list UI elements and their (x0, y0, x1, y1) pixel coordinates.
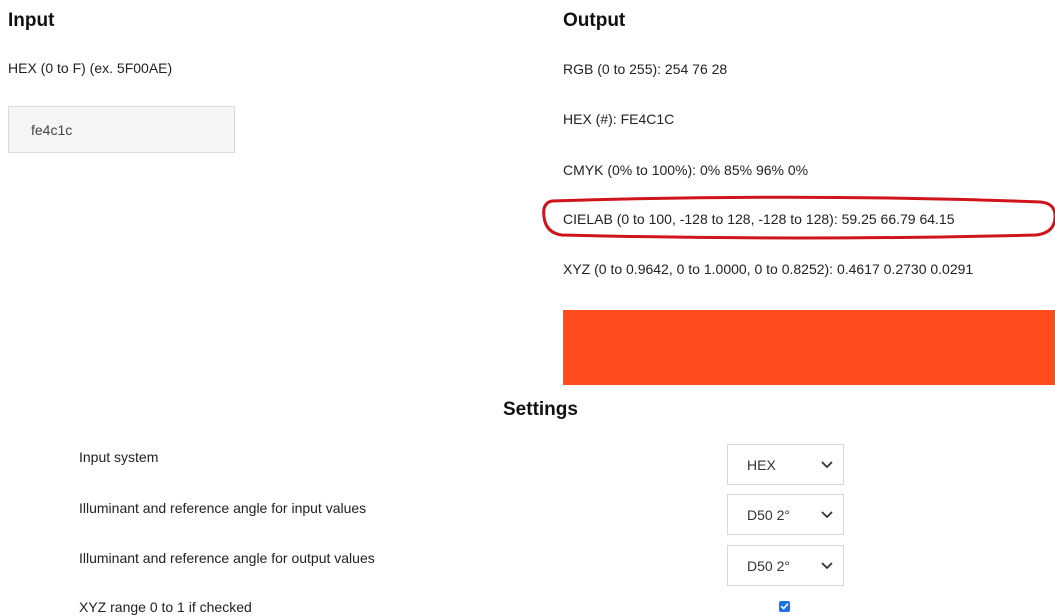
output-hex: HEX (#): FE4C1C (563, 111, 675, 127)
hex-input[interactable] (8, 106, 235, 153)
hex-input-hint: HEX (0 to F) (ex. 5F00AE) (8, 60, 173, 76)
output-xyz: XYZ (0 to 0.9642, 0 to 1.0000, 0 to 0.82… (563, 261, 974, 277)
input-section-title: Input (8, 10, 55, 31)
color-swatch (563, 310, 1055, 385)
chevron-down-icon (821, 511, 833, 519)
input-system-label: Input system (79, 449, 159, 465)
settings-section-title: Settings (503, 399, 578, 420)
illuminant-output-label: Illuminant and reference angle for outpu… (79, 550, 375, 566)
illuminant-input-label: Illuminant and reference angle for input… (79, 500, 367, 516)
illuminant-input-select[interactable]: D50 2° (727, 494, 844, 535)
illuminant-output-selected-value: D50 2° (747, 557, 790, 574)
checkmark-icon (780, 602, 789, 611)
xyz-range-checkbox[interactable] (779, 601, 790, 612)
output-section-title: Output (563, 10, 626, 31)
illuminant-input-selected-value: D50 2° (747, 506, 790, 523)
input-system-select[interactable]: HEX (727, 444, 844, 485)
highlight-ellipse-annotation (542, 195, 1055, 240)
illuminant-output-select[interactable]: D50 2° (727, 545, 844, 586)
output-cmyk: CMYK (0% to 100%): 0% 85% 96% 0% (563, 162, 809, 178)
output-rgb: RGB (0 to 255): 254 76 28 (563, 61, 728, 77)
xyz-range-label: XYZ range 0 to 1 if checked (79, 599, 252, 615)
chevron-down-icon (821, 461, 833, 469)
chevron-down-icon (821, 562, 833, 570)
input-system-selected-value: HEX (747, 456, 776, 473)
